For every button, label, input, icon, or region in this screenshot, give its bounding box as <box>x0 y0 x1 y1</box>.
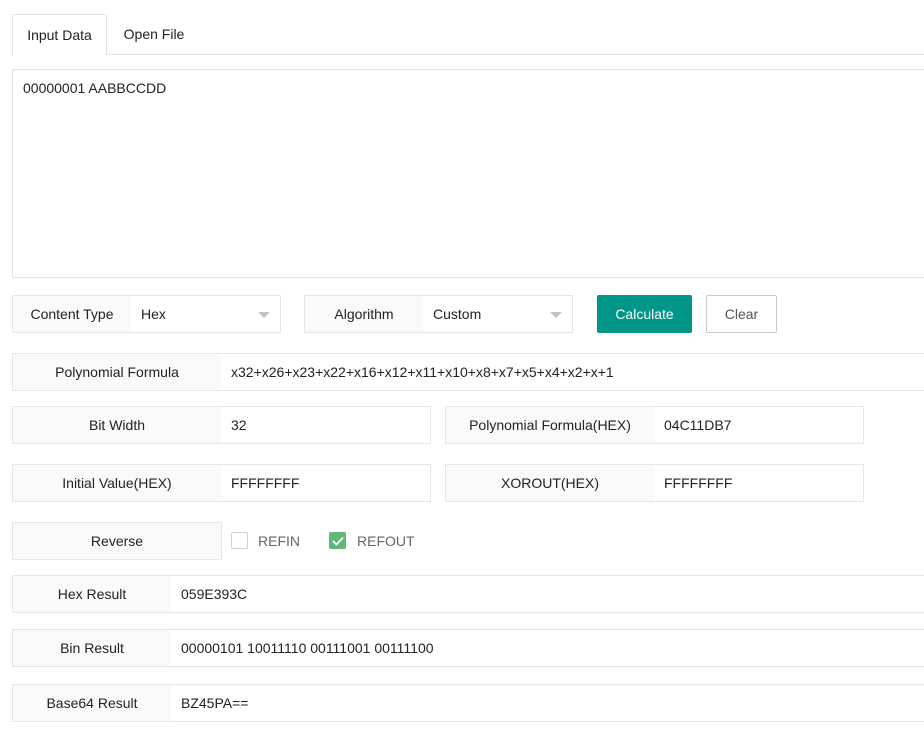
polynomial-formula-label: Polynomial Formula <box>12 353 222 391</box>
algorithm-value: Custom <box>433 306 482 322</box>
reverse-label: Reverse <box>12 522 222 560</box>
clear-button[interactable]: Clear <box>706 295 777 333</box>
tab-input-data[interactable]: Input Data <box>12 14 107 55</box>
initial-value-label: Initial Value(HEX) <box>12 464 222 502</box>
check-icon <box>331 536 344 546</box>
algorithm-select[interactable]: Custom <box>423 295 573 333</box>
xorout-label: XOROUT(HEX) <box>445 464 655 502</box>
refin-checkbox[interactable] <box>231 532 248 549</box>
base64-result-label: Base64 Result <box>12 684 172 722</box>
base64-result-output[interactable]: BZ45PA== <box>171 684 924 722</box>
refout-label[interactable]: REFOUT <box>357 533 415 549</box>
refout-checkbox[interactable] <box>329 532 346 549</box>
refin-label[interactable]: REFIN <box>258 533 300 549</box>
polynomial-hex-label: Polynomial Formula(HEX) <box>445 406 655 444</box>
polynomial-formula-input[interactable]: x32+x26+x23+x22+x16+x12+x11+x10+x8+x7+x5… <box>221 353 924 391</box>
chevron-down-icon <box>550 312 562 318</box>
chevron-down-icon <box>258 312 270 318</box>
calculate-button[interactable]: Calculate <box>597 295 692 333</box>
content-type-label: Content Type <box>12 295 132 333</box>
algorithm-label: Algorithm <box>304 295 424 333</box>
bit-width-label: Bit Width <box>12 406 222 444</box>
tab-open-file[interactable]: Open File <box>110 14 198 55</box>
tab-divider <box>107 54 924 55</box>
bit-width-input[interactable]: 32 <box>221 406 431 444</box>
content-type-select[interactable]: Hex <box>131 295 281 333</box>
bin-result-label: Bin Result <box>12 629 172 667</box>
bin-result-output[interactable]: 00000101 10011110 00111001 00111100 <box>171 629 924 667</box>
polynomial-hex-input[interactable]: 04C11DB7 <box>654 406 864 444</box>
input-data-textarea[interactable] <box>12 69 924 278</box>
hex-result-label: Hex Result <box>12 575 172 613</box>
hex-result-output[interactable]: 059E393C <box>171 575 924 613</box>
initial-value-input[interactable]: FFFFFFFF <box>221 464 431 502</box>
xorout-input[interactable]: FFFFFFFF <box>654 464 864 502</box>
content-type-value: Hex <box>141 306 166 322</box>
